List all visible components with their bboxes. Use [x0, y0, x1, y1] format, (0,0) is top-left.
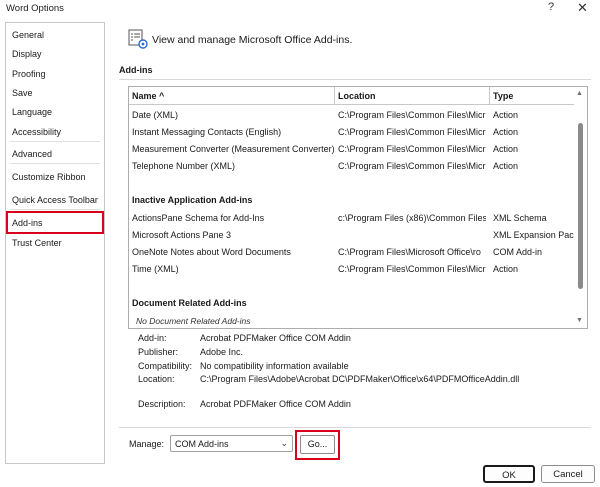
page-heading: View and manage Microsoft Office Add-ins… [152, 34, 353, 46]
sidebar-item-language[interactable]: Language [12, 107, 52, 117]
scrollbar-thumb[interactable] [578, 123, 583, 289]
sidebar-item-trust-center[interactable]: Trust Center [12, 238, 62, 248]
row-type: COM Add-in [493, 247, 543, 257]
add-ins-highlight-box [6, 211, 104, 234]
row-name: Telephone Number (XML) [132, 161, 236, 171]
row-type: XML Schema [493, 213, 547, 223]
row-name: Time (XML) [132, 264, 179, 274]
add-ins-table[interactable]: Name ^ Location Type Date (XML) C:\Progr… [128, 86, 588, 329]
row-type: Action [493, 110, 519, 120]
row-type: XML Expansion Pack [493, 230, 575, 240]
group-header-document: Document Related Add-ins [132, 298, 247, 308]
table-row[interactable]: Date (XML) C:\Program Files\Common Files… [129, 107, 573, 124]
row-name: OneNote Notes about Word Documents [132, 247, 291, 257]
help-button[interactable]: ? [548, 1, 554, 13]
sidebar-item-proofing[interactable]: Proofing [12, 69, 46, 79]
vertical-scrollbar[interactable]: ▲ ▼ [574, 87, 587, 328]
detail-label: Add-in: [138, 333, 167, 343]
table-row[interactable]: ActionsPane Schema for Add-Ins c:\Progra… [129, 210, 573, 227]
row-location: c:\Program Files (x86)\Common Files [338, 213, 486, 223]
go-button[interactable]: Go... [300, 435, 335, 454]
row-name: Instant Messaging Contacts (English) [132, 127, 282, 137]
detail-label: Description: [138, 399, 186, 409]
row-type: Action [493, 144, 519, 154]
row-type: Action [493, 127, 519, 137]
detail-publisher-value: Adobe Inc. [200, 347, 244, 357]
detail-label: Compatibility: [138, 361, 193, 371]
row-type: Action [493, 264, 519, 274]
window-title: Word Options [6, 3, 64, 14]
row-name: Measurement Converter (Measurement Conve… [132, 144, 335, 154]
detail-compatibility-value: No compatibility information available [200, 361, 349, 371]
empty-document-note: No Document Related Add-ins [136, 316, 251, 326]
detail-description-value: Acrobat PDFMaker Office COM Addin [200, 399, 351, 409]
close-button[interactable]: ✕ [577, 0, 588, 16]
detail-label: Location: [138, 374, 175, 384]
sidebar-divider [10, 141, 100, 142]
detail-addin-value: Acrobat PDFMaker Office COM Addin [200, 333, 351, 343]
manage-dropdown-value: COM Add-ins [175, 439, 229, 449]
row-name: ActionsPane Schema for Add-Ins [132, 213, 265, 223]
scroll-down-icon[interactable]: ▼ [576, 317, 583, 324]
sidebar-item-customize-ribbon[interactable]: Customize Ribbon [12, 172, 86, 182]
table-row[interactable]: Telephone Number (XML) C:\Program Files\… [129, 158, 573, 175]
row-location: C:\Program Files\Common Files\Micr [338, 110, 486, 120]
sidebar-divider [10, 163, 100, 164]
add-ins-manage-icon [128, 29, 148, 49]
sidebar-item-display[interactable]: Display [12, 49, 42, 59]
sidebar-item-save[interactable]: Save [12, 88, 33, 98]
row-name: Microsoft Actions Pane 3 [132, 230, 232, 240]
manage-dropdown[interactable]: COM Add-ins ⌄ [170, 435, 293, 452]
options-sidebar: General Display Proofing Save Language A… [5, 22, 105, 464]
title-bar: Word Options ? ✕ [0, 0, 600, 22]
section-title: Add-ins [119, 65, 153, 75]
column-header-name[interactable]: Name ^ [129, 87, 335, 105]
row-location: C:\Program Files\Common Files\Micr [338, 161, 486, 171]
table-row[interactable]: Measurement Converter (Measurement Conve… [129, 141, 573, 158]
cancel-button[interactable]: Cancel [541, 465, 595, 483]
row-location: C:\Program Files\Common Files\Micr [338, 144, 486, 154]
column-header-type[interactable]: Type [490, 87, 574, 105]
column-header-location[interactable]: Location [335, 87, 490, 105]
chevron-down-icon: ⌄ [280, 438, 288, 448]
table-row[interactable]: Microsoft Actions Pane 3 XML Expansion P… [129, 227, 575, 244]
row-location: C:\Program Files\Microsoft Office\ro [338, 247, 481, 257]
row-type: Action [493, 161, 519, 171]
section-divider [119, 79, 591, 80]
sidebar-item-quick-access-toolbar[interactable]: Quick Access Toolbar [12, 195, 98, 205]
sidebar-item-accessibility[interactable]: Accessibility [12, 127, 61, 137]
manage-divider [119, 427, 591, 428]
table-row[interactable]: OneNote Notes about Word Documents C:\Pr… [129, 244, 573, 261]
ok-button[interactable]: OK [483, 465, 535, 483]
sidebar-item-general[interactable]: General [12, 30, 44, 40]
detail-location-value: C:\Program Files\Adobe\Acrobat DC\PDFMak… [200, 374, 520, 384]
sidebar-divider [10, 209, 100, 210]
row-location: C:\Program Files\Common Files\Micr [338, 264, 486, 274]
scroll-up-icon[interactable]: ▲ [576, 90, 583, 97]
table-row[interactable]: Time (XML) C:\Program Files\Common Files… [129, 261, 573, 278]
row-location: C:\Program Files\Common Files\Micr [338, 127, 486, 137]
group-header-inactive: Inactive Application Add-ins [132, 195, 253, 205]
table-row[interactable]: Instant Messaging Contacts (English) C:\… [129, 124, 573, 141]
row-name: Date (XML) [132, 110, 179, 120]
manage-label: Manage: [129, 439, 165, 449]
sidebar-item-advanced[interactable]: Advanced [12, 149, 52, 159]
detail-label: Publisher: [138, 347, 179, 357]
